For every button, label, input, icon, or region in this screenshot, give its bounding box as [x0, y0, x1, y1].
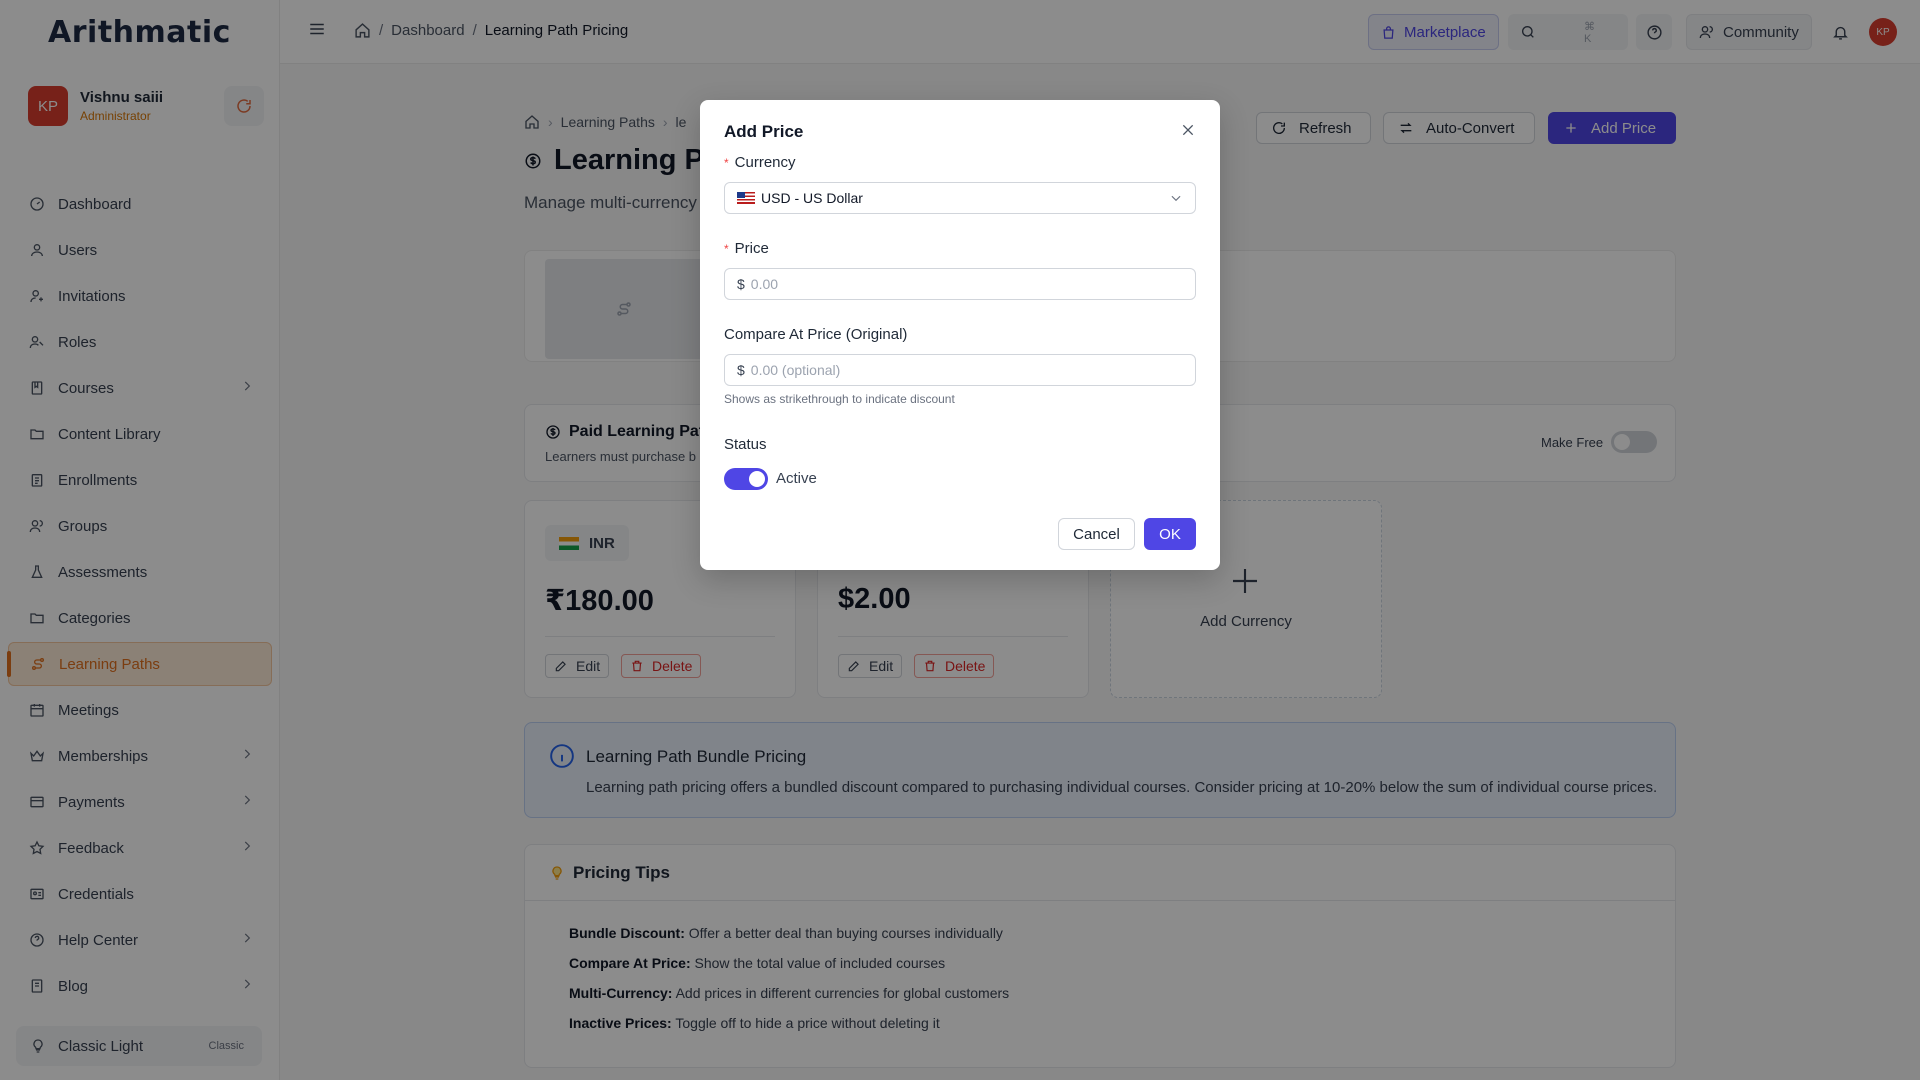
- price-placeholder: 0.00: [750, 276, 779, 292]
- add-price-modal: Add Price * Currency USD - US Dollar * Pri…: [700, 100, 1220, 570]
- currency-value: USD - US Dollar: [761, 190, 863, 206]
- compare-placeholder: 0.00 (optional): [750, 362, 841, 378]
- chevron-down-icon: [1169, 191, 1183, 205]
- compare-at-price-label: Compare At Price (Original): [724, 326, 908, 343]
- modal-title: Add Price: [724, 122, 804, 141]
- ok-button[interactable]: OK: [1144, 518, 1196, 550]
- close-icon[interactable]: [1176, 118, 1200, 142]
- price-input[interactable]: $ 0.00: [724, 268, 1196, 300]
- status-value: Active: [776, 470, 817, 487]
- status-toggle[interactable]: [724, 468, 768, 490]
- status-label: Status: [724, 436, 767, 453]
- price-prefix: $: [737, 276, 745, 292]
- us-flag-icon: [737, 192, 755, 204]
- compare-at-price-input[interactable]: $ 0.00 (optional): [724, 354, 1196, 386]
- currency-select[interactable]: USD - US Dollar: [724, 182, 1196, 214]
- price-label: * Price: [724, 240, 769, 257]
- compare-prefix: $: [737, 362, 745, 378]
- cancel-button[interactable]: Cancel: [1058, 518, 1135, 550]
- currency-label: * Currency: [724, 154, 796, 171]
- compare-hint: Shows as strikethrough to indicate disco…: [724, 392, 955, 406]
